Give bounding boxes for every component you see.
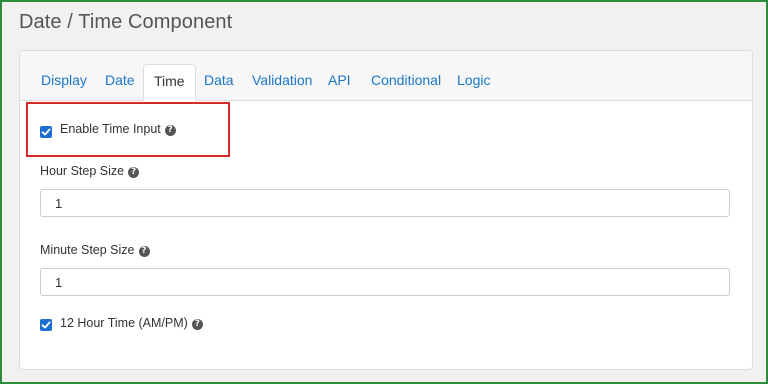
enable-time-input-label: Enable Time Input? <box>60 122 176 136</box>
twelve-hour-time-checkbox[interactable] <box>40 319 52 331</box>
tab-api[interactable]: API <box>328 72 351 90</box>
minute-step-size-input[interactable] <box>40 268 730 296</box>
question-circle-icon[interactable]: ? <box>138 246 150 257</box>
tab-strip: Display Date Time Data Validation API Co… <box>20 51 752 101</box>
hour-step-size-input[interactable] <box>40 189 730 217</box>
minute-step-size-text: Minute Step Size <box>40 243 135 257</box>
checkmark-icon <box>41 128 51 136</box>
tab-time[interactable]: Time <box>143 64 196 101</box>
question-circle-icon[interactable]: ? <box>191 319 203 330</box>
tab-logic[interactable]: Logic <box>457 72 490 90</box>
tab-date[interactable]: Date <box>105 72 135 90</box>
enable-time-input-checkbox[interactable] <box>40 126 52 138</box>
checkmark-icon <box>41 321 51 329</box>
tab-conditional[interactable]: Conditional <box>371 72 441 90</box>
tab-data[interactable]: Data <box>204 72 234 90</box>
question-circle-icon[interactable]: ? <box>128 167 140 178</box>
twelve-hour-time-label: 12 Hour Time (AM/PM)? <box>60 316 203 330</box>
enable-time-input-text: Enable Time Input <box>60 122 161 136</box>
twelve-hour-time-text: 12 Hour Time (AM/PM) <box>60 316 188 330</box>
minute-step-size-label: Minute Step Size? <box>40 243 150 257</box>
hour-step-size-text: Hour Step Size <box>40 164 125 178</box>
hour-step-size-label: Hour Step Size? <box>40 164 140 178</box>
question-circle-icon[interactable]: ? <box>164 125 176 136</box>
tab-display[interactable]: Display <box>41 72 87 90</box>
tab-validation[interactable]: Validation <box>252 72 312 90</box>
page-title: Date / Time Component <box>19 11 233 33</box>
